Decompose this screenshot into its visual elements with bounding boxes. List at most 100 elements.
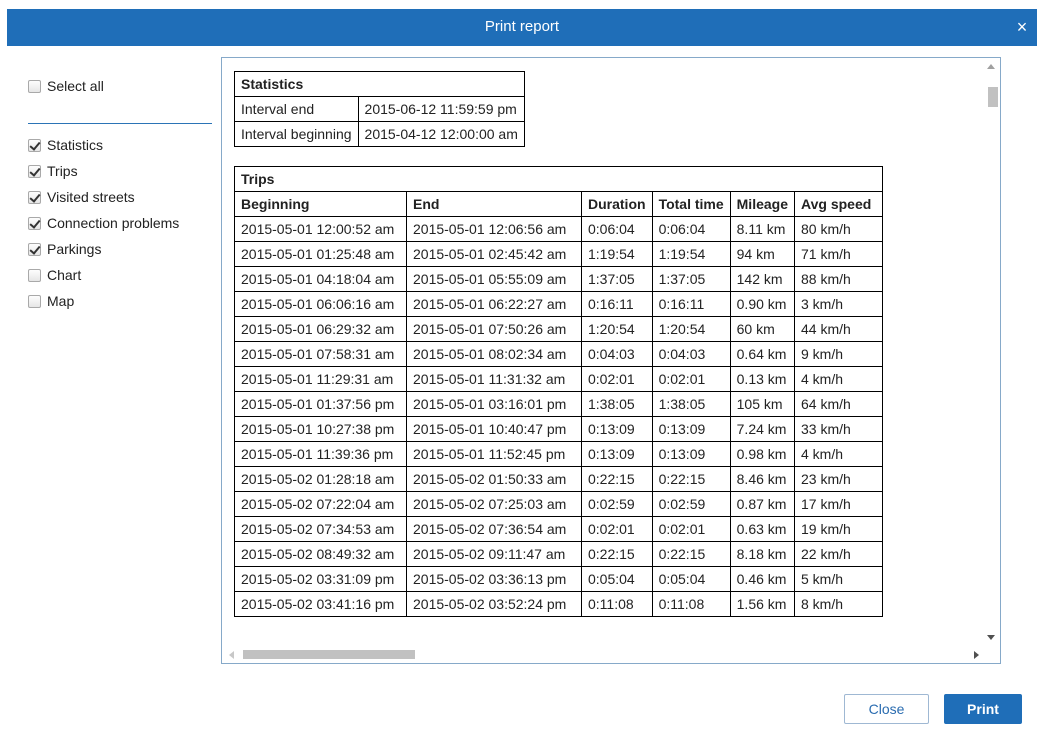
trips-title: Trips xyxy=(234,166,883,192)
table-cell: 0.64 km xyxy=(729,341,796,367)
table-row: 2015-05-01 01:37:56 pm 2015-05-01 03:16:0… xyxy=(234,391,883,417)
horizontal-scroll-thumb[interactable] xyxy=(243,650,415,659)
table-cell: 2015-05-01 11:52:45 pm xyxy=(406,441,582,467)
table-cell: 0:06:04 xyxy=(581,216,653,242)
table-row: 2015-05-02 03:31:09 pm 2015-05-02 03:36:1… xyxy=(234,566,883,592)
checkbox-icon[interactable] xyxy=(28,242,41,256)
table-cell: 0:22:15 xyxy=(651,541,731,567)
table-cell: 2015-05-01 11:31:32 am xyxy=(406,366,582,392)
table-cell: 2015-05-01 06:22:27 am xyxy=(406,291,582,317)
vertical-scroll-thumb[interactable] xyxy=(988,87,998,107)
table-cell: 2015-05-01 06:06:16 am xyxy=(234,291,407,317)
table-cell: 19 km/h xyxy=(794,516,883,542)
checkbox-icon[interactable] xyxy=(28,138,41,152)
section-checkbox-connection-problems[interactable]: Connection problems xyxy=(28,214,179,232)
table-row: 2015-05-01 11:29:31 am 2015-05-01 11:31:3… xyxy=(234,366,883,392)
table-cell: 0.98 km xyxy=(729,441,796,467)
stat-label: Interval end xyxy=(234,96,359,122)
table-cell: 2015-05-02 07:36:54 am xyxy=(406,516,582,542)
section-checkbox-trips[interactable]: Trips xyxy=(28,162,78,180)
scroll-left-icon[interactable] xyxy=(229,651,234,659)
checkbox-icon[interactable] xyxy=(28,190,41,204)
section-checkbox-chart[interactable]: Chart xyxy=(28,266,81,284)
table-cell: 0:16:11 xyxy=(581,291,653,317)
stat-value: 2015-06-12 11:59:59 pm xyxy=(357,96,525,122)
section-checkbox-visited-streets[interactable]: Visited streets xyxy=(28,188,135,206)
table-cell: 2015-05-01 07:50:26 am xyxy=(406,316,582,342)
table-cell: 23 km/h xyxy=(794,466,883,492)
table-cell: 1:20:54 xyxy=(651,316,731,342)
table-cell: 4 km/h xyxy=(794,366,883,392)
scroll-right-icon[interactable] xyxy=(974,651,979,659)
table-row: 2015-05-02 08:49:32 am 2015-05-02 09:11:4… xyxy=(234,541,883,567)
table-cell: 64 km/h xyxy=(794,391,883,417)
table-row: 2015-05-01 10:27:38 pm 2015-05-01 10:40:4… xyxy=(234,416,883,442)
table-cell: 7.24 km xyxy=(729,416,796,442)
table-cell: 0:02:01 xyxy=(651,516,731,542)
close-button[interactable]: Close xyxy=(844,694,929,724)
report-preview[interactable]: Statistics Interval end 2015-06-12 11:59… xyxy=(221,57,1001,664)
table-cell: 0:13:09 xyxy=(651,416,731,442)
table-cell: 0.46 km xyxy=(729,566,796,592)
table-row: 2015-05-01 01:25:48 am 2015-05-01 02:45:4… xyxy=(234,241,883,267)
table-cell: 8.18 km xyxy=(729,541,796,567)
section-checkbox-map[interactable]: Map xyxy=(28,292,74,310)
table-row: 2015-05-02 03:41:16 pm 2015-05-02 03:52:2… xyxy=(234,591,883,617)
section-checkbox-statistics[interactable]: Statistics xyxy=(28,136,103,154)
section-label: Trips xyxy=(47,163,78,179)
table-cell: 44 km/h xyxy=(794,316,883,342)
table-cell: 1:37:05 xyxy=(581,266,653,292)
table-row: 2015-05-01 11:39:36 pm 2015-05-01 11:52:4… xyxy=(234,441,883,467)
close-icon[interactable]: × xyxy=(1013,17,1031,37)
table-cell: 0.63 km xyxy=(729,516,796,542)
table-row: 2015-05-01 06:06:16 am 2015-05-01 06:22:2… xyxy=(234,291,883,317)
stat-value: 2015-04-12 12:00:00 am xyxy=(357,121,525,147)
print-button[interactable]: Print xyxy=(944,694,1022,724)
checkbox-icon[interactable] xyxy=(28,79,41,93)
horizontal-scrollbar[interactable] xyxy=(222,646,984,663)
table-cell: 2015-05-01 02:45:42 am xyxy=(406,241,582,267)
table-cell: 2015-05-01 12:06:56 am xyxy=(406,216,582,242)
section-label: Chart xyxy=(47,267,82,283)
statistics-title: Statistics xyxy=(234,71,525,97)
table-cell: 0:02:01 xyxy=(651,366,731,392)
table-cell: 0:13:09 xyxy=(581,441,653,467)
checkbox-icon[interactable] xyxy=(28,164,41,178)
table-cell: 17 km/h xyxy=(794,491,883,517)
table-cell: 2015-05-01 04:18:04 am xyxy=(234,266,407,292)
select-all-checkbox[interactable]: Select all xyxy=(28,77,104,95)
table-cell: 8.11 km xyxy=(729,216,796,242)
table-cell: 2015-05-02 09:11:47 am xyxy=(406,541,582,567)
section-checkbox-parkings[interactable]: Parkings xyxy=(28,240,101,258)
table-cell: 2015-05-02 03:31:09 pm xyxy=(234,566,407,592)
table-row: 2015-05-01 04:18:04 am 2015-05-01 05:55:0… xyxy=(234,266,883,292)
column-header: End xyxy=(406,191,582,217)
scroll-down-icon[interactable] xyxy=(987,635,995,640)
table-row: Interval beginning 2015-04-12 12:00:00 a… xyxy=(234,121,525,147)
table-cell: 2015-05-01 07:58:31 am xyxy=(234,341,407,367)
table-cell: 1:38:05 xyxy=(651,391,731,417)
table-cell: 1:19:54 xyxy=(651,241,731,267)
table-cell: 2015-05-01 11:39:36 pm xyxy=(234,441,407,467)
scroll-up-icon[interactable] xyxy=(987,64,995,69)
table-cell: 0:02:59 xyxy=(651,491,731,517)
table-cell: 2015-05-01 11:29:31 am xyxy=(234,366,407,392)
table-cell: 0:22:15 xyxy=(581,466,653,492)
table-cell: 94 km xyxy=(729,241,796,267)
table-cell: 2015-05-01 12:00:52 am xyxy=(234,216,407,242)
table-cell: 71 km/h xyxy=(794,241,883,267)
checkbox-icon[interactable] xyxy=(28,294,41,308)
table-cell: 8 km/h xyxy=(794,591,883,617)
checkbox-icon[interactable] xyxy=(28,268,41,282)
table-cell: 0:11:08 xyxy=(651,591,731,617)
table-cell: 0:06:04 xyxy=(651,216,731,242)
stat-label: Interval beginning xyxy=(234,121,359,147)
table-row: Interval end 2015-06-12 11:59:59 pm xyxy=(234,96,525,122)
section-label: Visited streets xyxy=(47,189,135,205)
table-cell: 3 km/h xyxy=(794,291,883,317)
table-cell: 0:22:15 xyxy=(581,541,653,567)
table-cell: 2015-05-02 07:22:04 am xyxy=(234,491,407,517)
checkbox-icon[interactable] xyxy=(28,216,41,230)
vertical-scrollbar[interactable] xyxy=(983,58,1000,646)
select-all-label: Select all xyxy=(47,78,104,94)
